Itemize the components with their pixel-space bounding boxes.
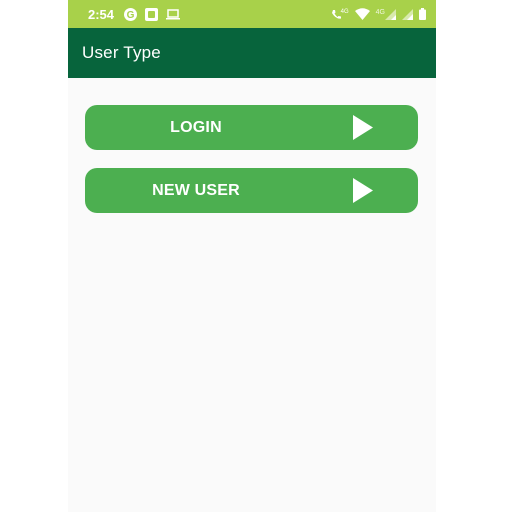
svg-text:G: G [127,10,135,21]
login-button[interactable]: LOGIN [85,105,418,150]
status-time: 2:54 [88,6,115,22]
google-g-icon: G [124,7,138,21]
app-title: User Type [82,43,161,62]
network-type-label: 4G [375,8,385,16]
new-user-button[interactable]: NEW USER [85,168,418,213]
play-arrow-icon [353,115,373,145]
wifi-icon [354,8,370,20]
battery-icon [419,8,426,20]
new-user-button-label: NEW USER [152,181,240,199]
content-area: LOGIN NEW USER [68,78,436,213]
notification-icon [145,7,159,21]
play-arrow-icon [353,178,373,208]
app-bar: User Type [68,28,436,78]
laptop-icon [166,8,181,20]
phone-screen: 2:54 G 4G 4G User Type LOGIN NEW USER [68,0,436,512]
status-bar: 2:54 G 4G 4G [68,0,436,28]
wifi-call-icon: 4G [331,9,349,20]
signal-icon [402,8,413,20]
login-button-label: LOGIN [170,118,222,136]
signal-4g-icon: 4G [375,8,396,20]
call-network-label: 4G [340,8,349,15]
